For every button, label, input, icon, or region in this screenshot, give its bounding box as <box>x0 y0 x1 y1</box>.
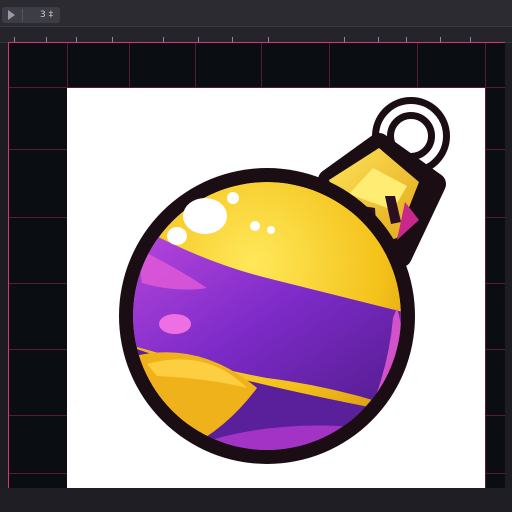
ornament-illustration[interactable] <box>67 88 485 488</box>
top-toolbar: 3 ‡ <box>0 0 512 27</box>
bottom-bar <box>0 488 512 512</box>
horizontal-ruler[interactable] <box>0 27 512 43</box>
canvas-area[interactable] <box>8 42 505 488</box>
play-icon[interactable] <box>8 10 15 20</box>
tab-divider <box>22 9 23 21</box>
artboard[interactable] <box>67 88 485 488</box>
tab-label: 3 ‡ <box>40 10 54 20</box>
document-tab[interactable]: 3 ‡ <box>2 7 60 23</box>
grid-line <box>485 43 486 488</box>
